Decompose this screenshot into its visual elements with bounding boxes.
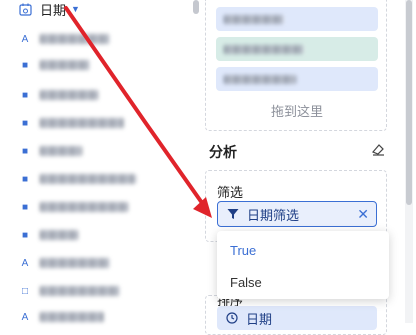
field-item[interactable]: ■ <box>18 86 98 104</box>
number-field-icon: ■ <box>21 59 29 71</box>
blurred-field-name <box>40 146 82 156</box>
eraser-icon[interactable] <box>370 141 386 157</box>
field-item[interactable]: □ <box>18 282 120 300</box>
field-item[interactable]: ■ <box>18 226 78 244</box>
number-field-icon: ■ <box>21 201 29 213</box>
number-field-icon: ■ <box>21 173 29 185</box>
field-item[interactable]: ■ <box>18 170 136 188</box>
field-item[interactable]: ■ <box>18 142 82 160</box>
filter-label: 筛选 <box>217 185 244 200</box>
funnel-icon <box>227 209 239 219</box>
dimension-pill[interactable] <box>216 7 378 31</box>
blurred-pill-label <box>224 74 296 84</box>
blurred-field-name <box>40 174 136 184</box>
option-false[interactable]: False <box>230 275 262 290</box>
blurred-field-name <box>40 312 104 322</box>
drop-zone[interactable]: 拖到这里 <box>205 0 387 131</box>
field-item[interactable]: ■ <box>18 114 124 132</box>
scrollbar-thumb[interactable] <box>193 0 199 14</box>
blurred-pill-label <box>224 14 284 24</box>
blurred-field-name <box>40 118 124 128</box>
blurred-field-name <box>40 202 128 212</box>
panel-scrollbar[interactable] <box>405 0 413 323</box>
blurred-field-name <box>40 258 110 268</box>
blurred-field-name <box>40 230 78 240</box>
calendar-icon: □ <box>21 285 29 297</box>
filter-dropdown: True False <box>217 231 389 299</box>
scrollbar-thumb[interactable] <box>406 0 412 205</box>
option-true[interactable]: True <box>230 243 256 258</box>
field-item[interactable]: A <box>18 254 110 272</box>
blurred-field-name <box>40 60 90 70</box>
field-item[interactable]: ■ <box>18 198 128 216</box>
analysis-section-title: 分析 <box>209 144 237 160</box>
number-field-icon: ■ <box>21 89 29 101</box>
text-field-icon: A <box>21 33 29 45</box>
close-icon[interactable]: ✕ <box>357 206 369 222</box>
blurred-pill-label <box>224 44 304 54</box>
dimension-pill[interactable] <box>216 67 378 91</box>
date-filter-pill[interactable]: 日期筛选 ✕ <box>217 201 377 227</box>
field-item[interactable]: A <box>18 30 110 48</box>
field-list-panel: 日期 ▼ A ■ ■ ■ ■ ■ ■ ■ A □ A <box>0 0 190 323</box>
blurred-field-name <box>40 286 120 296</box>
field-item[interactable]: ■ <box>18 56 90 74</box>
text-field-icon: A <box>21 311 29 323</box>
field-item[interactable]: A <box>18 308 104 326</box>
text-field-icon: A <box>21 257 29 269</box>
drop-zone-placeholder: 拖到这里 <box>270 104 323 119</box>
analysis-panel: 拖到这里 分析 筛选 日期筛选 ✕ 排序 日期 True False <box>205 0 389 335</box>
calendar-icon <box>18 2 32 16</box>
field-item-date-label: 日期 <box>40 2 67 18</box>
dimension-pill[interactable] <box>216 37 378 61</box>
number-field-icon: ■ <box>21 229 29 241</box>
clock-icon <box>226 312 238 324</box>
number-field-icon: ■ <box>21 117 29 129</box>
field-item-date[interactable]: 日期 ▼ <box>18 0 80 18</box>
sort-date-pill[interactable]: 日期 <box>217 306 377 330</box>
field-list-scrollbar[interactable] <box>193 0 199 323</box>
chevron-down-icon[interactable]: ▼ <box>71 4 80 14</box>
sort-date-pill-label: 日期 <box>246 311 273 327</box>
blurred-field-name <box>40 34 110 44</box>
number-field-icon: ■ <box>21 145 29 157</box>
blurred-field-name <box>40 90 98 100</box>
date-filter-pill-label: 日期筛选 <box>247 207 300 223</box>
